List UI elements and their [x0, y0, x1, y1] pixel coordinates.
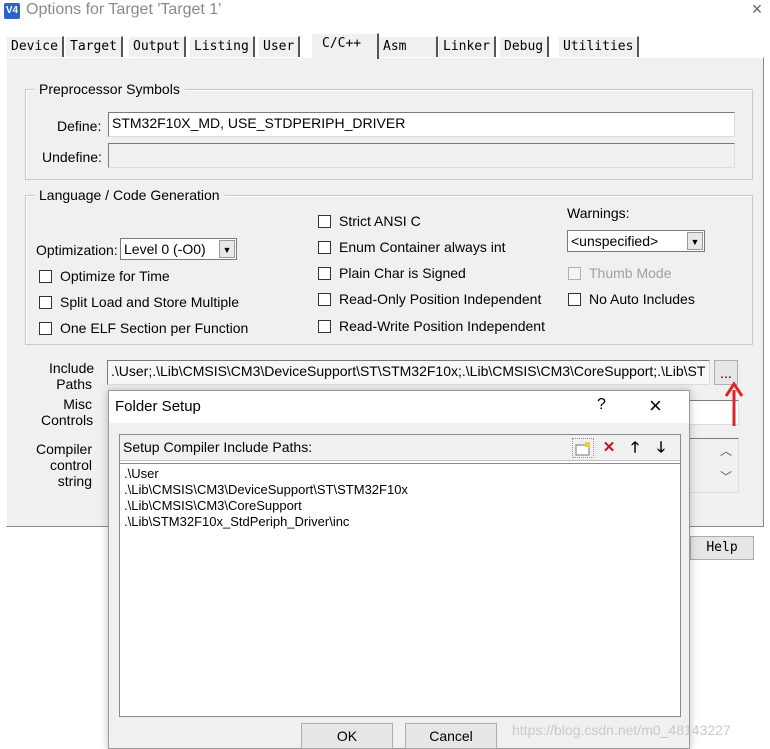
help-button[interactable]: Help: [690, 536, 754, 560]
ok-button[interactable]: OK: [301, 723, 393, 749]
tab-user[interactable]: User: [258, 36, 301, 58]
rw-position-independent-checkbox[interactable]: Read-Write Position Independent: [318, 317, 545, 335]
checkbox-label: Plain Char is Signed: [339, 265, 466, 281]
chevron-down-icon[interactable]: ▼: [687, 232, 703, 250]
panel-header: Setup Compiler Include Paths: ✕ 🡑 🡓: [120, 435, 680, 461]
checkbox-label: Enum Container always int: [339, 239, 506, 255]
annotation-arrow-icon: [724, 381, 744, 426]
folder-setup-dialog: Folder Setup ? × Setup Compiler Include …: [108, 390, 690, 749]
strict-ansi-c-checkbox[interactable]: Strict ANSI C: [318, 212, 421, 230]
include-paths-field[interactable]: .\User;.\Lib\CMSIS\CM3\DeviceSupport\ST\…: [107, 360, 710, 385]
folder-setup-title: Folder Setup: [115, 398, 201, 415]
compiler-control-label: Compiler control string: [35, 441, 92, 489]
preprocessor-group: Preprocessor Symbols Define: STM32F10X_M…: [25, 80, 753, 180]
split-load-store-checkbox[interactable]: Split Load and Store Multiple: [39, 293, 239, 311]
thumb-mode-checkbox[interactable]: Thumb Mode: [568, 264, 671, 282]
close-icon[interactable]: ×: [649, 393, 662, 419]
tab-bar: Device Target Output Listing User C/C++ …: [6, 33, 770, 59]
checkbox-label: Strict ANSI C: [339, 213, 421, 229]
tab-utilities[interactable]: Utilities: [558, 36, 640, 58]
window-title: Options for Target 'Target 1': [26, 1, 222, 18]
label-line: string: [57, 473, 92, 489]
tab-debug[interactable]: Debug: [499, 36, 550, 58]
optimize-for-time-checkbox[interactable]: Optimize for Time: [39, 267, 170, 285]
preprocessor-group-title: Preprocessor Symbols: [34, 80, 185, 98]
checkbox-box[interactable]: [318, 319, 331, 333]
list-item[interactable]: .\User: [124, 466, 159, 482]
tab-target[interactable]: Target: [65, 36, 123, 58]
panel-label: Setup Compiler Include Paths:: [123, 439, 313, 455]
checkbox-box[interactable]: [568, 292, 581, 306]
warnings-label: Warnings:: [567, 205, 630, 221]
close-icon[interactable]: ×: [746, 0, 768, 20]
checkbox-box[interactable]: [568, 266, 581, 280]
checkbox-box[interactable]: [39, 295, 52, 309]
checkbox-box[interactable]: [318, 240, 331, 254]
move-up-icon[interactable]: 🡑: [624, 438, 646, 458]
label-line: Compiler: [35, 441, 92, 457]
cancel-button[interactable]: Cancel: [405, 723, 497, 749]
include-paths-panel: Setup Compiler Include Paths: ✕ 🡑 🡓 .\Us…: [119, 434, 681, 717]
checkbox-box[interactable]: [318, 292, 331, 306]
label-line: Misc: [63, 396, 92, 412]
checkbox-label: Optimize for Time: [60, 268, 170, 284]
label-line: Paths: [56, 376, 92, 392]
checkbox-label: Split Load and Store Multiple: [60, 294, 239, 310]
label-line: Controls: [41, 412, 94, 428]
move-down-icon[interactable]: 🡓: [650, 438, 672, 458]
checkbox-box[interactable]: [39, 321, 52, 335]
undefine-field[interactable]: [108, 143, 735, 168]
tab-listing[interactable]: Listing: [189, 36, 255, 58]
checkbox-label: Read-Write Position Independent: [339, 318, 545, 334]
optimization-value: Level 0 (-O0): [124, 241, 206, 257]
folder-setup-title-bar: Folder Setup ? ×: [109, 391, 689, 423]
one-elf-section-checkbox[interactable]: One ELF Section per Function: [39, 319, 248, 337]
label-line: control: [49, 457, 92, 473]
compiler-control-field: ︿ ﹀: [687, 438, 739, 493]
help-icon[interactable]: ?: [597, 396, 606, 414]
label-line: Include: [49, 360, 95, 376]
list-item[interactable]: .\Lib\STM32F10x_StdPeriph_Driver\inc: [124, 514, 349, 530]
keil-app-icon: V4: [4, 3, 20, 19]
scroll-down-icon[interactable]: ﹀: [720, 467, 732, 487]
tab-linker[interactable]: Linker: [438, 36, 496, 58]
watermark: https://blog.csdn.net/m0_48143227: [512, 722, 731, 738]
define-label: Define:: [57, 118, 102, 134]
ro-position-independent-checkbox[interactable]: Read-Only Position Independent: [318, 290, 541, 308]
delete-icon[interactable]: ✕: [598, 438, 620, 458]
undefine-label: Undefine:: [42, 149, 102, 165]
checkbox-label: Read-Only Position Independent: [339, 291, 542, 307]
title-bar: V4 Options for Target 'Target 1' ×: [0, 0, 770, 22]
warnings-select[interactable]: <unspecified> ▼: [567, 230, 705, 252]
scroll-up-icon[interactable]: ︿: [720, 441, 732, 461]
language-group-title: Language / Code Generation: [34, 186, 225, 204]
optimization-select[interactable]: Level 0 (-O0) ▼: [120, 238, 237, 260]
optimization-label: Optimization:: [36, 242, 118, 258]
tab-asm[interactable]: Asm: [378, 36, 438, 58]
language-group: Language / Code Generation Optimization:…: [25, 186, 753, 345]
checkbox-box[interactable]: [39, 269, 52, 283]
list-item[interactable]: .\Lib\CMSIS\CM3\DeviceSupport\ST\STM32F1…: [124, 482, 408, 498]
tab-c-cpp[interactable]: C/C++: [311, 33, 379, 59]
new-folder-icon[interactable]: [572, 438, 594, 458]
checkbox-label: No Auto Includes: [589, 291, 695, 307]
checkbox-label: Thumb Mode: [589, 265, 672, 281]
checkbox-box[interactable]: [318, 214, 331, 228]
checkbox-box[interactable]: [318, 266, 331, 280]
path-list[interactable]: .\User .\Lib\CMSIS\CM3\DeviceSupport\ST\…: [120, 463, 680, 716]
checkbox-label: One ELF Section per Function: [60, 320, 249, 336]
tab-output[interactable]: Output: [128, 36, 186, 58]
plain-char-signed-checkbox[interactable]: Plain Char is Signed: [318, 264, 466, 282]
chevron-down-icon[interactable]: ▼: [219, 240, 235, 258]
include-paths-label: Include Paths: [49, 360, 95, 392]
define-field[interactable]: STM32F10X_MD, USE_STDPERIPH_DRIVER: [108, 112, 735, 137]
no-auto-includes-checkbox[interactable]: No Auto Includes: [568, 290, 695, 308]
warnings-value: <unspecified>: [571, 233, 659, 249]
enum-container-checkbox[interactable]: Enum Container always int: [318, 238, 506, 256]
list-item[interactable]: .\Lib\CMSIS\CM3\CoreSupport: [124, 498, 302, 514]
misc-controls-label: Misc Controls: [41, 396, 94, 428]
tab-device[interactable]: Device: [6, 36, 64, 58]
